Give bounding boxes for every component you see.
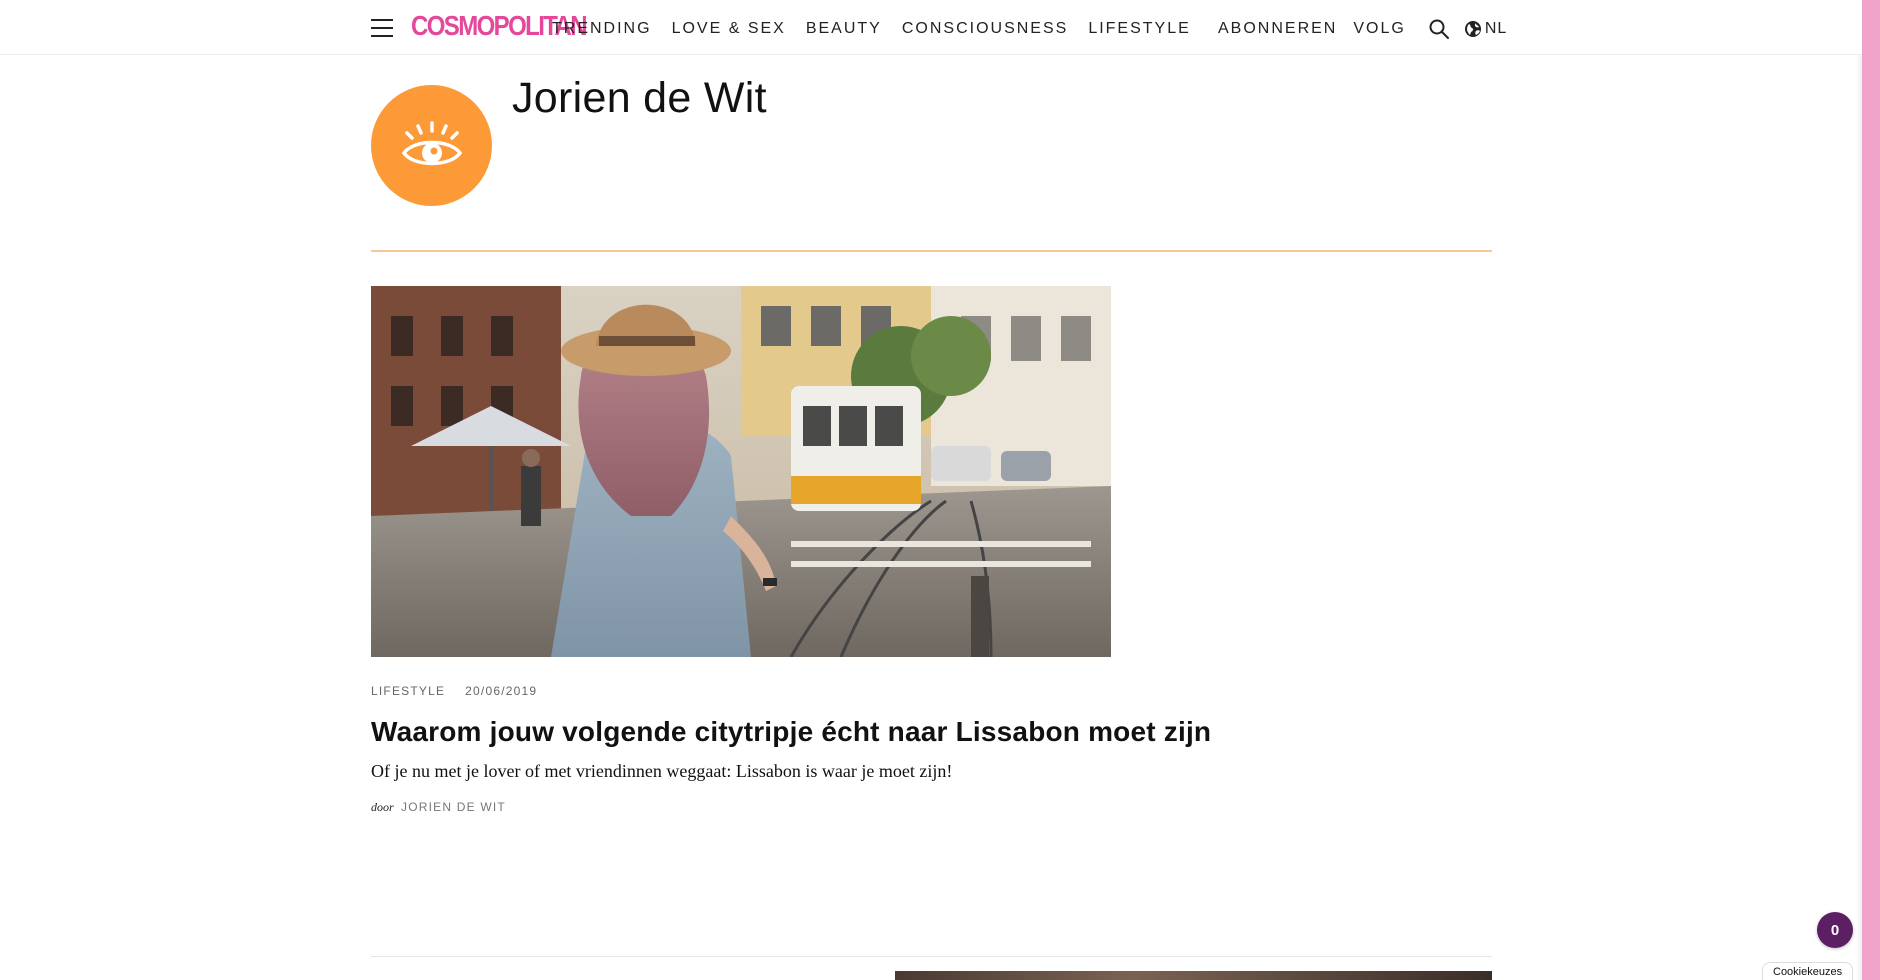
menu-icon[interactable] <box>371 18 393 38</box>
article-byline: door JORIEN DE WIT <box>371 799 506 815</box>
menu-icon-line <box>371 35 393 37</box>
bottom-divider <box>371 956 1492 957</box>
next-article-image[interactable] <box>895 971 1492 980</box>
author-name: Jorien de Wit <box>512 74 767 122</box>
menu-icon-line <box>371 27 393 29</box>
article-meta: LIFESTYLE 20/06/2019 <box>371 683 537 699</box>
eye-icon <box>401 120 462 165</box>
nav-item-consciousness[interactable]: CONSCIOUSNESS <box>902 19 1068 39</box>
right-edge-stripe <box>1862 0 1880 980</box>
nav-item-love-sex[interactable]: LOVE & SEX <box>672 19 786 39</box>
search-icon[interactable] <box>1428 18 1450 40</box>
article-excerpt: Of je nu met je lover of met vriendinnen… <box>371 761 953 781</box>
article-category[interactable]: LIFESTYLE <box>371 683 445 699</box>
follow-link[interactable]: VOLG <box>1353 19 1405 39</box>
article-date: 20/06/2019 <box>465 684 538 698</box>
language-switcher[interactable]: NL <box>1464 19 1507 39</box>
section-divider <box>371 250 1492 252</box>
globe-icon <box>1464 21 1481 37</box>
article-title[interactable]: Waarom jouw volgende citytripje écht naa… <box>371 713 1211 751</box>
header-actions: ABONNEREN VOLG NL <box>1218 18 1507 40</box>
byline-author-link[interactable]: JORIEN DE WIT <box>401 800 506 814</box>
lisbon-street-photo <box>371 286 1111 657</box>
subscribe-link[interactable]: ABONNEREN <box>1218 19 1337 39</box>
nav-item-beauty[interactable]: BEAUTY <box>806 19 882 39</box>
menu-icon-line <box>371 19 393 21</box>
site-header: COSMOPOLITAN TRENDING LOVE & SEX BEAUTY … <box>0 0 1862 55</box>
article-image[interactable] <box>371 286 1111 657</box>
nav-item-trending[interactable]: TRENDING <box>552 19 652 39</box>
main-nav: TRENDING LOVE & SEX BEAUTY CONSCIOUSNESS… <box>552 19 1211 39</box>
byline-prefix: door <box>371 800 394 814</box>
nav-item-lifestyle[interactable]: LIFESTYLE <box>1088 19 1190 39</box>
author-avatar <box>371 85 492 206</box>
language-label: NL <box>1484 20 1508 37</box>
cookie-settings-button[interactable]: Cookiekeuzes <box>1762 962 1854 980</box>
notification-badge[interactable]: 0 <box>1817 912 1853 948</box>
